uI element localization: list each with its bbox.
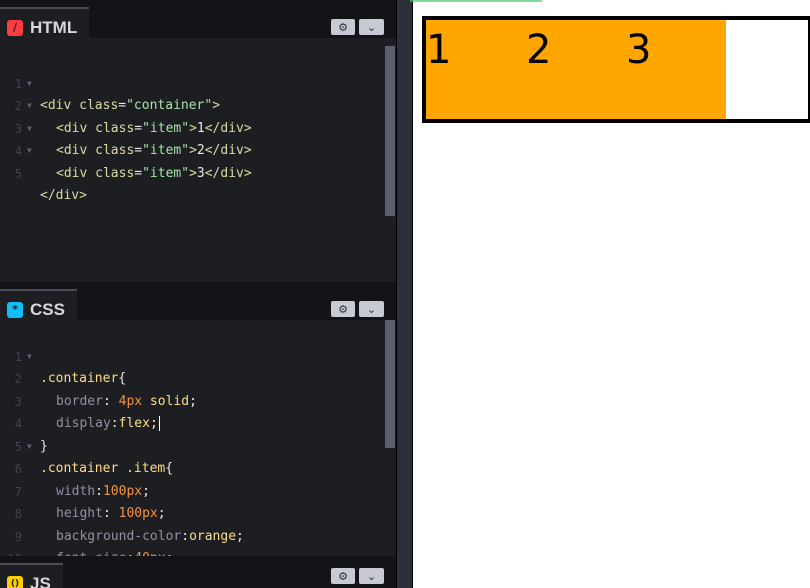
gear-icon: ⚙ bbox=[338, 20, 348, 34]
line-number: 10 bbox=[0, 548, 22, 556]
code-line: 1 ▼ <div class="container"> bbox=[0, 50, 396, 114]
rendered-container: 1 2 3 bbox=[422, 16, 810, 123]
css-panel-header: * CSS ⚙ ⌄ bbox=[0, 282, 396, 328]
css-editor-scrollbar[interactable] bbox=[385, 320, 395, 448]
gear-icon: ⚙ bbox=[338, 302, 348, 316]
code-line: 2 border: 4px solid; bbox=[0, 346, 396, 409]
code-line: 3 display:flex; bbox=[0, 368, 396, 431]
html-code-editor[interactable]: 1 ▼ <div class="container"> 2 ▼ <div class… bbox=[0, 46, 396, 282]
chevron-down-icon: ⌄ bbox=[366, 569, 377, 583]
css-code-editor[interactable]: 1 ▼ .container{ 2 border: 4px solid; 3 di… bbox=[0, 320, 396, 556]
html-end-tag: </div> bbox=[204, 165, 252, 181]
html-slash-icon: / bbox=[7, 19, 23, 36]
code-line: 3 ▼ <div class="item">2</div> bbox=[0, 95, 396, 159]
code-line: 5 ▼ .container .item{ bbox=[0, 413, 396, 477]
css-settings-button[interactable]: ⚙ bbox=[331, 301, 355, 317]
html-editor-scrollbar[interactable] bbox=[385, 46, 395, 216]
html-tab[interactable]: / HTML bbox=[0, 7, 90, 46]
css-collapse-button[interactable]: ⌄ bbox=[359, 301, 384, 317]
css-panel: * CSS ⚙ ⌄ 1 ▼ .container{ 2 border: 4px s… bbox=[0, 282, 396, 556]
html-collapse-button[interactable]: ⌄ bbox=[359, 19, 384, 35]
html-end-tag: </div> bbox=[40, 188, 87, 203]
html-eq: = bbox=[134, 165, 143, 181]
code-line: 1 ▼ .container{ bbox=[0, 323, 396, 387]
css-tab-label: CSS bbox=[30, 299, 65, 319]
code-line: 9 font-size:40px; bbox=[0, 503, 396, 557]
html-panel-header: / HTML ⚙ ⌄ bbox=[0, 0, 396, 46]
js-braces-icon: () bbox=[7, 575, 23, 588]
html-tab-label: HTML bbox=[30, 17, 78, 37]
preview-status-line bbox=[410, 0, 542, 2]
html-text: 3 bbox=[196, 165, 205, 181]
code-line: 7 height: 100px; bbox=[0, 458, 396, 522]
html-tag-close: > bbox=[189, 165, 197, 181]
rendered-item: 2 bbox=[526, 20, 626, 119]
code-line: 2 ▼ <div class="item">1</div> bbox=[0, 73, 396, 136]
rendered-item: 1 bbox=[426, 20, 526, 119]
editor-column: / HTML ⚙ ⌄ 1 ▼ <div class="container"> 2 ▼… bbox=[0, 0, 396, 588]
line-number: 5 bbox=[14, 166, 22, 181]
code-line: 10 } bbox=[0, 526, 396, 556]
js-tab-label: JS bbox=[30, 573, 51, 588]
html-settings-button[interactable]: ⚙ bbox=[331, 19, 355, 35]
code-line: 8 background-color:orange; bbox=[0, 481, 396, 544]
js-tab[interactable]: () JS bbox=[0, 563, 63, 588]
js-collapse-button[interactable]: ⌄ bbox=[359, 568, 384, 584]
gear-icon: ⚙ bbox=[338, 569, 348, 583]
chevron-down-icon: ⌄ bbox=[366, 302, 377, 316]
html-attr-value: "item" bbox=[142, 165, 190, 181]
editor-preview-resizer[interactable] bbox=[396, 0, 413, 588]
js-settings-button[interactable]: ⚙ bbox=[331, 568, 355, 584]
css-asterisk-icon: * bbox=[7, 301, 23, 318]
rendered-item: 3 bbox=[626, 20, 726, 119]
js-panel-header: () JS ⚙ ⌄ bbox=[0, 556, 396, 588]
html-attr: class bbox=[95, 165, 135, 181]
code-line: 4 } bbox=[0, 391, 396, 454]
js-panel: () JS ⚙ ⌄ bbox=[0, 556, 396, 588]
chevron-down-icon: ⌄ bbox=[366, 20, 377, 34]
code-line: 6 width:100px; bbox=[0, 436, 396, 499]
code-line: 4 ▼ <div class="item">3</div> bbox=[0, 118, 396, 181]
code-line: 5 </div> bbox=[0, 140, 396, 204]
html-panel: / HTML ⚙ ⌄ 1 ▼ <div class="container"> 2 ▼… bbox=[0, 0, 396, 282]
